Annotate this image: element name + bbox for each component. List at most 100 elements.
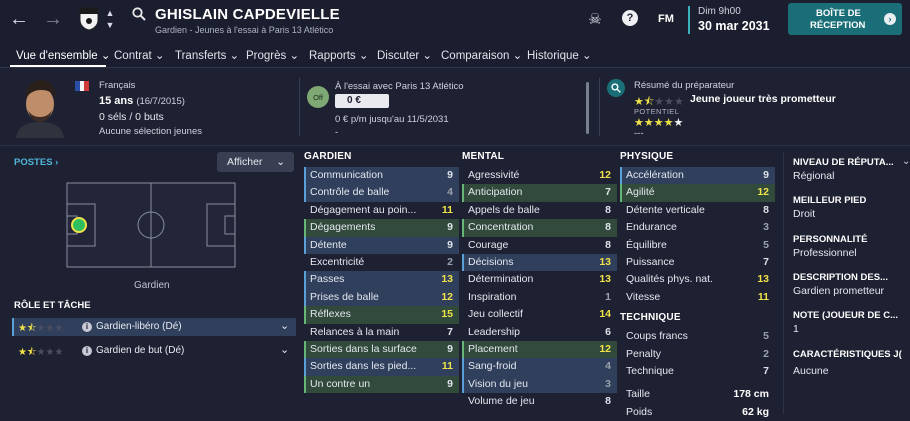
attribute-row[interactable]: Détente verticale 8 xyxy=(620,202,775,219)
attribute-name: Sorties dans les pied... xyxy=(310,360,417,373)
technical-title: TECHNIQUE xyxy=(620,312,681,324)
divider xyxy=(299,78,300,136)
attribute-row[interactable]: Communication 9 xyxy=(304,167,459,185)
chevron-down-icon[interactable]: ⌄ xyxy=(280,319,289,332)
attribute-name: Réflexes xyxy=(310,308,351,321)
afficher-dropdown[interactable]: Afficher ⌄ xyxy=(217,152,294,172)
chevron-down-icon[interactable]: ⌄ xyxy=(902,156,910,167)
contract-status-badge: Off xyxy=(307,86,329,108)
value-box[interactable]: 0 € xyxy=(335,94,389,108)
attribute-name: Accélération xyxy=(626,169,684,181)
club-crest-icon[interactable] xyxy=(78,6,100,32)
attribute-row[interactable]: Inspiration 1 xyxy=(462,289,617,306)
game-time: Dim 9h00 xyxy=(698,6,741,17)
attribute-row[interactable]: Vision du jeu 3 xyxy=(462,375,617,394)
tab-comparison[interactable]: Comparaison ⌄ xyxy=(441,48,522,62)
attribute-name: Sang-froid xyxy=(468,360,517,373)
back-arrow-icon[interactable]: ← xyxy=(8,8,30,30)
personality-label: PERSONNALITÉ xyxy=(793,234,868,245)
skull-icon[interactable]: ☠ xyxy=(586,10,604,28)
age-line: 15 ans (16/7/2015) xyxy=(99,95,185,107)
reputation-value: Régional xyxy=(793,170,835,182)
caps-goals: 0 séls / 0 buts xyxy=(99,111,164,123)
attribute-row[interactable]: Agilité 12 xyxy=(620,184,775,202)
tab-overview[interactable]: Vue d'ensemble ⌄ xyxy=(16,48,111,62)
attribute-row[interactable]: Technique 7 xyxy=(620,363,775,380)
attribute-value: 8 xyxy=(605,221,611,234)
attribute-row[interactable]: Détermination 13 xyxy=(462,271,617,288)
attribute-row[interactable]: Concentration 8 xyxy=(462,219,617,237)
attribute-row[interactable]: Puissance 7 xyxy=(620,254,775,271)
tab-transfers[interactable]: Transferts ⌄ xyxy=(175,48,239,62)
role-row[interactable]: ★⯪★★★ i Gardien-libéro (Dé) ⌄ xyxy=(12,318,296,336)
attribute-row[interactable]: Prises de balle 12 xyxy=(304,288,459,307)
attribute-row[interactable]: Endurance 3 xyxy=(620,219,775,236)
attribute-row[interactable]: Accélération 9 xyxy=(620,167,775,185)
player-subtitle: Gardien - Jeunes à l'essai à Paris 13 At… xyxy=(155,25,334,35)
inbox-button[interactable]: BOÎTE DE RÉCEPTION › xyxy=(788,3,902,35)
help-icon[interactable]: ? xyxy=(622,10,638,26)
attribute-row[interactable]: Volume de jeu 8 xyxy=(462,393,617,410)
chevron-down-icon[interactable]: ▼ xyxy=(104,20,116,30)
attribute-value: 7 xyxy=(447,325,453,338)
search-icon[interactable] xyxy=(132,7,146,21)
attribute-row[interactable]: Relances à la main 7 xyxy=(304,324,459,341)
attribute-value: 7 xyxy=(605,186,611,199)
tab-bar: Vue d'ensemble ⌄ Contrat ⌄ Transferts ⌄ … xyxy=(0,40,910,68)
attribute-name: Technique xyxy=(626,364,674,377)
attribute-name: Courage xyxy=(468,238,509,251)
tab-reports[interactable]: Rapports ⌄ xyxy=(309,48,369,62)
tab-discuss[interactable]: Discuter ⌄ xyxy=(377,48,432,62)
attribute-row[interactable]: Excentricité 2 xyxy=(304,254,459,271)
forward-arrow-icon[interactable]: → xyxy=(42,8,64,30)
attribute-name: Sorties dans la surface xyxy=(310,342,417,355)
attribute-row[interactable]: Un contre un 9 xyxy=(304,375,459,394)
attribute-row[interactable]: Anticipation 7 xyxy=(462,184,617,202)
attribute-row[interactable]: Agressivité 12 xyxy=(462,167,617,184)
fm-logo[interactable]: FM xyxy=(658,13,674,25)
height-value: 178 cm xyxy=(733,388,769,401)
info-icon[interactable]: i xyxy=(82,346,92,356)
attribute-name: Jeu collectif xyxy=(468,308,523,321)
attribute-row[interactable]: Sorties dans les pied... 11 xyxy=(304,358,459,376)
chevron-up-icon[interactable]: ▲ xyxy=(104,8,116,18)
tab-progress[interactable]: Progrès ⌄ xyxy=(246,48,299,62)
attribute-row[interactable]: Contrôle de balle 4 xyxy=(304,184,459,202)
attribute-row[interactable]: Courage 8 xyxy=(462,237,617,254)
attribute-value: 13 xyxy=(599,255,611,268)
age: 15 ans xyxy=(99,95,134,107)
attribute-row[interactable]: Qualités phys. nat. 13 xyxy=(620,271,775,288)
attribute-row[interactable]: Dégagements 9 xyxy=(304,219,459,237)
attribute-row[interactable]: Sang-froid 4 xyxy=(462,358,617,376)
scrollbar[interactable] xyxy=(586,82,589,134)
scout-search-icon[interactable] xyxy=(607,79,625,97)
game-date: 30 mar 2031 xyxy=(698,19,770,33)
role-row[interactable]: ★⯪★★★ i Gardien de but (Dé) ⌄ xyxy=(12,342,296,360)
tab-contract[interactable]: Contrat ⌄ xyxy=(114,48,165,62)
attribute-row[interactable]: Dégagement au poin... 11 xyxy=(304,202,459,219)
attribute-row[interactable]: Détente 9 xyxy=(304,236,459,254)
afficher-label: Afficher xyxy=(227,156,263,168)
attribute-row[interactable]: Équilibre 5 xyxy=(620,237,775,254)
attribute-row[interactable]: Vitesse 11 xyxy=(620,289,775,306)
chevron-down-icon[interactable]: ⌄ xyxy=(280,343,289,356)
attribute-row[interactable]: Appels de balle 8 xyxy=(462,202,617,219)
attribute-row[interactable]: Penalty 2 xyxy=(620,346,775,363)
attribute-row[interactable]: Jeu collectif 14 xyxy=(462,306,617,323)
tab-history[interactable]: Historique ⌄ xyxy=(527,48,592,62)
positions-title[interactable]: POSTES › xyxy=(14,157,58,168)
attribute-row[interactable]: Sorties dans la surface 9 xyxy=(304,340,459,359)
attribute-row[interactable]: Passes 13 xyxy=(304,271,459,289)
traits-label: CARACTÉRISTIQUES J( xyxy=(793,349,902,360)
scout-summary: Jeune joueur très prometteur xyxy=(690,93,836,105)
attribute-name: Concentration xyxy=(468,221,534,234)
attribute-name: Coups francs xyxy=(626,330,688,343)
attribute-row[interactable]: Coups francs 5 xyxy=(620,328,775,345)
attribute-row[interactable]: Placement 12 xyxy=(462,340,617,359)
attribute-row[interactable]: Réflexes 15 xyxy=(304,306,459,324)
attribute-row[interactable]: Leadership 6 xyxy=(462,324,617,341)
info-icon[interactable]: i xyxy=(82,322,92,332)
preferred-foot-label: MEILLEUR PIED xyxy=(793,195,867,206)
attribute-row[interactable]: Décisions 13 xyxy=(462,253,617,272)
inbox-label-1: BOÎTE DE xyxy=(816,8,861,19)
